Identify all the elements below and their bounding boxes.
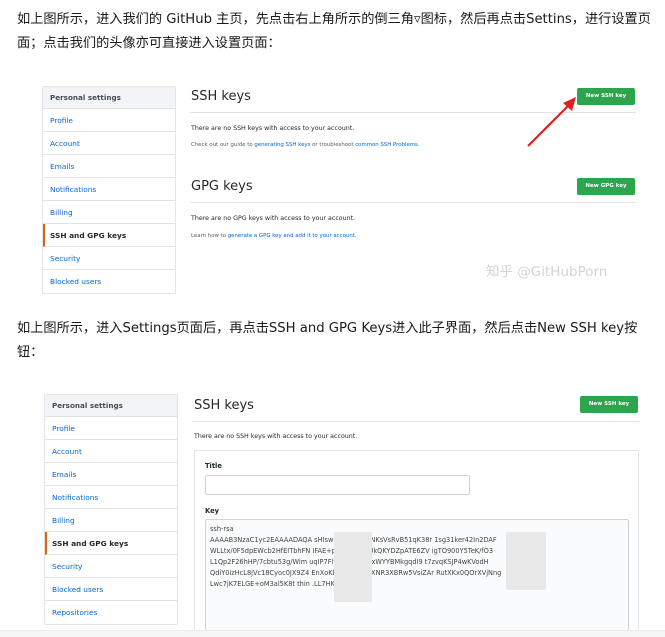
ssh-guide-text: Check out our guide to generating SSH ke… bbox=[191, 142, 420, 148]
settings-sidebar-menu: Personal settings Profile Account Emails… bbox=[44, 394, 178, 625]
key-line: AAAAB3NzaC1yc2EAAAADAQA sHIswIGr6JyRK40N… bbox=[210, 536, 497, 544]
sidebar-item-billing[interactable]: Billing bbox=[45, 509, 177, 532]
red-arrow-icon bbox=[527, 97, 576, 147]
sidebar-item-blocked-users[interactable]: Blocked users bbox=[45, 578, 177, 601]
sidebar-item-repositories[interactable]: Repositories bbox=[45, 601, 177, 624]
ssh-empty-message: There are no SSH keys with access to you… bbox=[191, 125, 355, 132]
sidebar-item-ssh-gpg-keys[interactable]: SSH and GPG keys bbox=[45, 532, 177, 555]
sidebar-item-profile[interactable]: Profile bbox=[45, 417, 177, 440]
ssh-guide-middle: or troubleshoot bbox=[310, 142, 356, 148]
article-paragraph-1: 如上图所示，进入我们的 GitHub 主页，先点击右上角所示的倒三角▿图标，然后… bbox=[17, 12, 651, 51]
settings-sidebar-menu: Personal settings Profile Account Emails… bbox=[42, 86, 176, 294]
sidebar-header: Personal settings bbox=[45, 395, 177, 417]
sidebar-item-ssh-gpg-keys[interactable]: SSH and GPG keys bbox=[43, 224, 175, 247]
redaction-blur bbox=[506, 532, 546, 590]
ssh-keys-heading: SSH keys bbox=[191, 89, 251, 104]
gpg-learn-end: . bbox=[354, 233, 357, 239]
gpg-learn-prefix: Learn how to bbox=[191, 233, 228, 239]
key-line: ssh-rsa bbox=[210, 525, 234, 533]
key-label: Key bbox=[205, 507, 219, 515]
sidebar-item-account[interactable]: Account bbox=[45, 440, 177, 463]
common-ssh-problems-link[interactable]: common SSH Problems bbox=[355, 142, 418, 148]
key-textarea[interactable]: ssh-rsa AAAAB3NzaC1yc2EAAAADAQA sHIswIGr… bbox=[205, 519, 629, 631]
page-bottom-bar bbox=[0, 630, 665, 637]
sidebar-item-account[interactable]: Account bbox=[43, 132, 175, 155]
sidebar-item-security[interactable]: Security bbox=[43, 247, 175, 270]
key-line: L1Qp2F26hHP/7cbtu53g/Wim uqIP7FlyAg5IksY… bbox=[210, 558, 489, 566]
sidebar-item-notifications[interactable]: Notifications bbox=[43, 178, 175, 201]
sidebar-item-security[interactable]: Security bbox=[45, 555, 177, 578]
sidebar-item-profile[interactable]: Profile bbox=[43, 109, 175, 132]
ssh-keys-heading: SSH keys bbox=[194, 398, 254, 413]
new-ssh-key-button[interactable]: New SSH key bbox=[577, 88, 635, 105]
sidebar-item-billing[interactable]: Billing bbox=[43, 201, 175, 224]
gpg-keys-heading: GPG keys bbox=[191, 179, 253, 194]
new-gpg-key-button[interactable]: New GPG key bbox=[577, 178, 635, 195]
sidebar-item-emails[interactable]: Emails bbox=[43, 155, 175, 178]
gpg-heading-divider bbox=[190, 202, 636, 203]
sidebar-item-blocked-users[interactable]: Blocked users bbox=[43, 270, 175, 293]
zhihu-watermark: 知乎 @GitHubPorn bbox=[486, 264, 608, 280]
sidebar-header: Personal settings bbox=[43, 87, 175, 109]
redaction-blur bbox=[334, 532, 372, 602]
key-line: WLLtx/0F5dpEWcb2HfEITbhFN IFAE+pV4BI9vGb… bbox=[210, 547, 494, 555]
key-line: Lwc7jK7ELGE+oM3al5K8t thin .LL7HK8C bbox=[210, 580, 344, 588]
generating-ssh-keys-link[interactable]: generating SSH keys bbox=[254, 142, 310, 148]
gpg-learn-text: Learn how to generate a GPG key and add … bbox=[191, 233, 357, 239]
sidebar-item-notifications[interactable]: Notifications bbox=[45, 486, 177, 509]
new-ssh-key-button[interactable]: New SSH key bbox=[580, 396, 638, 413]
ssh-heading-divider bbox=[193, 421, 639, 422]
title-label: Title bbox=[205, 462, 222, 470]
add-ssh-key-form: Title Key ssh-rsa AAAAB3NzaC1yc2EAAAADAQ… bbox=[194, 450, 639, 631]
ssh-guide-prefix: Check out our guide to bbox=[191, 142, 255, 148]
ssh-guide-end: . bbox=[417, 142, 420, 148]
gpg-empty-message: There are no GPG keys with access to you… bbox=[191, 215, 356, 222]
key-line: QdiY0izHcL8jVc18Cyoc0JX9Z4 EnXoKbtXgzthR… bbox=[210, 569, 502, 577]
article-paragraph-2: 如上图所示，进入Settings页面后，再点击SSH and GPG Keys进… bbox=[17, 321, 638, 360]
title-input[interactable] bbox=[205, 475, 470, 495]
generate-gpg-key-link[interactable]: generate a GPG key and add it to your ac… bbox=[228, 233, 355, 239]
settings-screenshot-2: Personal settings Profile Account Emails… bbox=[44, 388, 644, 631]
ssh-empty-message: There are no SSH keys with access to you… bbox=[194, 433, 358, 440]
sidebar-item-emails[interactable]: Emails bbox=[45, 463, 177, 486]
